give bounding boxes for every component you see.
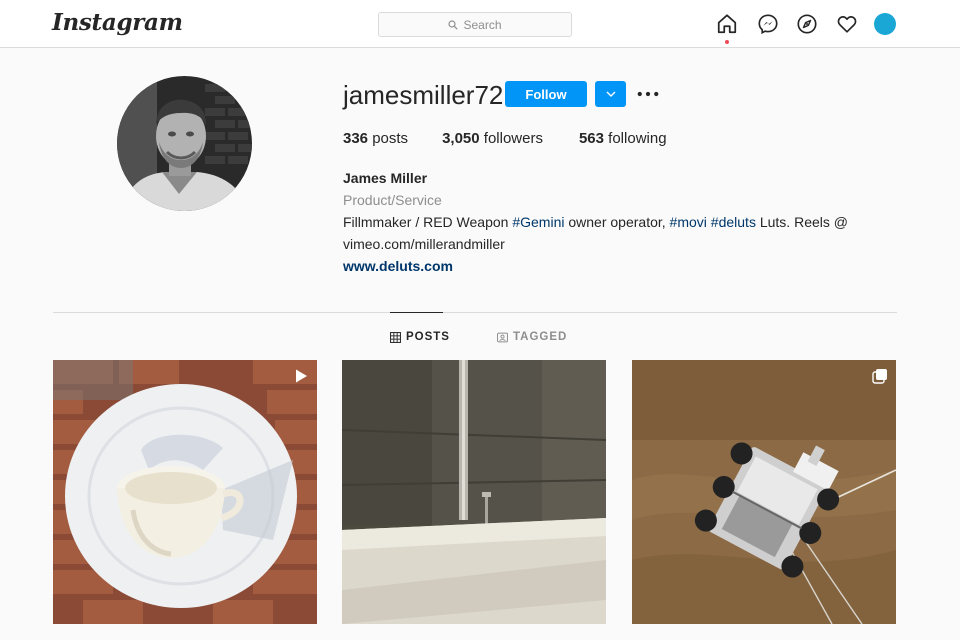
tabs-divider: [53, 312, 897, 313]
bio-website-link[interactable]: www.deluts.com: [343, 255, 453, 277]
activity-heart-icon[interactable]: [836, 13, 858, 35]
bio-description-line-1: Fillmmaker / RED Weapon #Gemini owner op…: [343, 211, 863, 233]
top-navigation-bar: Instagram Search: [0, 0, 960, 48]
more-options-icon: [637, 91, 659, 97]
hashtag-deluts-link[interactable]: #deluts: [711, 214, 756, 230]
profile-avatar-icon[interactable]: [874, 13, 896, 35]
post-thumbnail[interactable]: [342, 360, 606, 624]
post-image: [632, 360, 896, 624]
messenger-icon[interactable]: [757, 13, 779, 35]
hashtag-gemini-link[interactable]: #Gemini: [512, 214, 564, 230]
followers-stat[interactable]: 3,050 followers: [442, 130, 543, 147]
posts-stat: 336 posts: [343, 130, 408, 147]
following-label: following: [608, 130, 667, 147]
bio-text: Luts. Reels @: [755, 214, 848, 230]
notification-dot: [725, 40, 729, 44]
suggested-accounts-dropdown-button[interactable]: [595, 81, 626, 107]
active-tab-indicator: [390, 312, 443, 313]
followers-label: followers: [483, 130, 543, 147]
profile-stats: 336 posts 3,050 followers 563 following: [343, 130, 703, 147]
chevron-down-icon: [606, 91, 615, 97]
carousel-icon: [872, 368, 888, 384]
search-input[interactable]: Search: [378, 12, 572, 37]
post-image: [53, 360, 317, 624]
bio-category: Product/Service: [343, 192, 442, 208]
search-icon: [448, 19, 459, 30]
bio-text: Fillmmaker / RED Weapon: [343, 214, 513, 230]
profile-picture: [117, 76, 252, 211]
search-placeholder: Search: [463, 17, 502, 32]
bio-text: owner operator,: [564, 214, 670, 230]
tab-posts[interactable]: POSTS: [390, 330, 450, 344]
bio-description-line-2: vimeo.com/millerandmiller: [343, 236, 505, 252]
tab-tagged-label: TAGGED: [513, 331, 568, 343]
more-options-button[interactable]: [636, 85, 660, 103]
follow-button[interactable]: Follow: [505, 81, 587, 107]
video-play-icon: [293, 368, 309, 384]
tab-tagged[interactable]: TAGGED: [497, 330, 567, 344]
followers-count: 3,050: [442, 130, 480, 147]
following-stat[interactable]: 563 following: [579, 130, 667, 147]
home-icon[interactable]: [716, 13, 738, 35]
posts-label: posts: [372, 130, 409, 147]
profile-bio: James Miller Product/Service Fillmmaker …: [343, 167, 863, 277]
following-count: 563: [578, 130, 604, 147]
bio-full-name: James Miller: [343, 170, 428, 186]
post-thumbnail[interactable]: [632, 360, 896, 624]
instagram-logo[interactable]: Instagram: [52, 9, 183, 36]
explore-icon[interactable]: [796, 13, 818, 35]
hashtag-movi-link[interactable]: #movi: [670, 214, 707, 230]
post-image: [342, 360, 606, 624]
grid-icon: [390, 331, 401, 343]
post-thumbnail[interactable]: [53, 360, 317, 624]
tab-posts-label: POSTS: [406, 331, 450, 343]
profile-username: jamesmiller72: [343, 80, 504, 110]
tagged-person-icon: [497, 332, 508, 342]
posts-count: 336: [343, 130, 369, 147]
